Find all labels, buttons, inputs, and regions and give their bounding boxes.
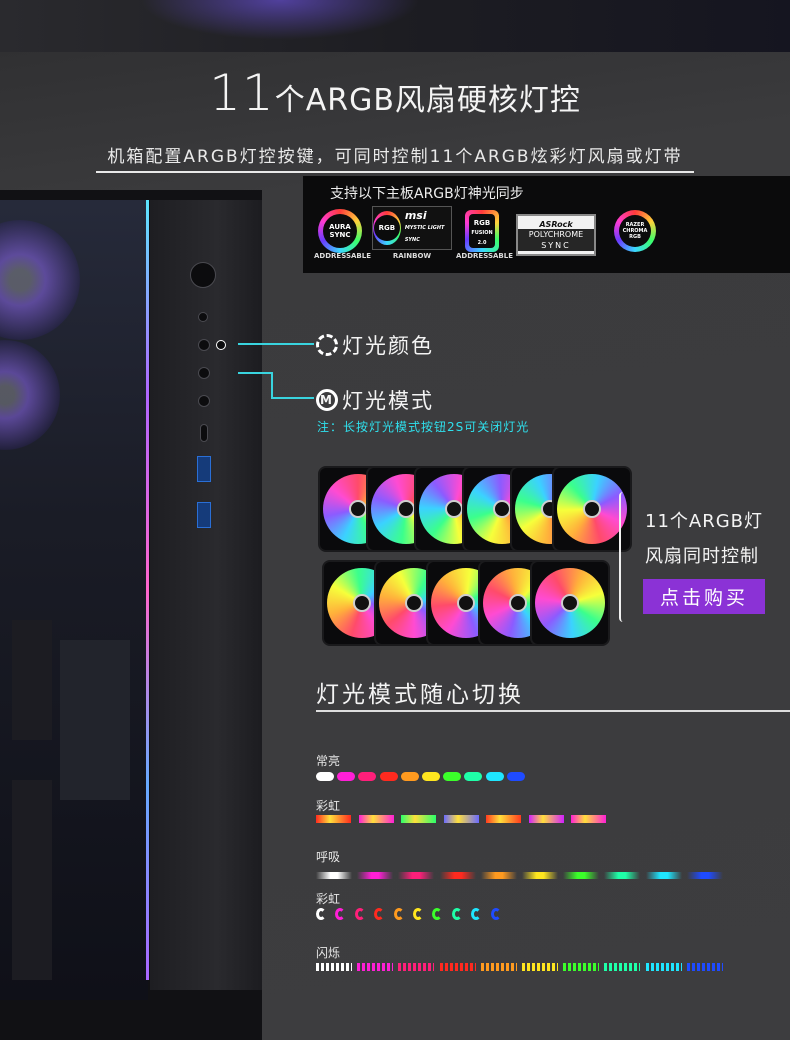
mode-swatch (464, 772, 483, 781)
mode-swatch (400, 772, 419, 781)
mode-swatch (571, 815, 606, 823)
usb-c-port (200, 424, 208, 442)
gigabyte-rgb-fusion-logo: RGB FUSION 2.0 (462, 206, 502, 256)
usb-port-2 (197, 502, 211, 528)
mode-swatch (486, 815, 521, 823)
mode-swatch (422, 772, 440, 781)
mode-swatch (563, 872, 600, 879)
mode-swatch (316, 872, 352, 879)
power-button (190, 262, 216, 288)
light-mode-label: M 灯光模式 (316, 385, 434, 415)
case-rgb-strip (146, 200, 149, 980)
mode-swatch (401, 815, 436, 823)
mode-swatch (443, 815, 479, 823)
mode-swatch (522, 963, 558, 971)
mode-swatch (316, 963, 352, 971)
mode-swatch (439, 872, 476, 879)
mode-swatch (480, 872, 517, 879)
color-callout-line (238, 343, 314, 345)
case-glass-panel (0, 200, 148, 1000)
color-dot-icon (216, 340, 226, 350)
razer-chroma-logo: RAZER CHROMA RGB (614, 206, 656, 256)
mode-label: 彩虹 (316, 799, 341, 813)
mode-swatch (522, 872, 558, 879)
fan-image (530, 560, 610, 646)
mode-swatch (604, 963, 641, 971)
mode-swatch (316, 772, 334, 781)
mobo-sync-title: 支持以下主板ARGB灯神光同步 (330, 186, 524, 202)
mode-swatch (439, 963, 476, 971)
mode-swatch (398, 872, 435, 879)
mode-swatch (316, 815, 351, 823)
mode-swatch (358, 815, 394, 823)
mode-swatch (528, 815, 564, 823)
page-subtitle: 机箱配置ARGB灯控按键，可同时控制11个ARGB炫彩灯风扇或灯带 (107, 147, 683, 167)
light-color-label: 灯光颜色 (316, 330, 434, 360)
mode-swatch (645, 963, 682, 971)
mode-swatch (357, 963, 394, 971)
mode-swatch (485, 772, 504, 781)
fan-label-line2: 风扇同时控制 (645, 546, 759, 567)
mode-swatch (506, 772, 525, 781)
mode-callout-line-b (271, 372, 273, 399)
mode-swatch (443, 772, 462, 781)
modes-section-title: 灯光模式随心切换 (316, 682, 524, 708)
mode-callout-line-c (271, 397, 314, 399)
mode-swatch (354, 908, 365, 920)
mode-m-icon: M (316, 389, 338, 411)
light-mode-text: 灯光模式 (342, 389, 434, 413)
mode-swatch (490, 908, 501, 920)
subtitle-underline (96, 171, 694, 173)
mode-swatch (358, 772, 377, 781)
top-fan-glow (140, 0, 420, 40)
light-color-text: 灯光颜色 (342, 334, 434, 358)
mode-swatch (686, 872, 723, 879)
buy-now-button[interactable]: 点击购买 (643, 579, 765, 614)
msi-mystic-light-logo: RGB msi MYSTIC LIGHT SYNC (372, 206, 452, 250)
title-number: 11 (209, 64, 275, 122)
mode-swatch (398, 963, 435, 971)
light-off-note: 注：长按灯光模式按钮2S可关闭灯光 (317, 420, 530, 434)
mode-swatch (337, 772, 356, 781)
asrock-polychrome-logo: ASRock POLYCHROME SYNC (516, 214, 596, 256)
mode-swatch (480, 963, 517, 971)
audio-jack (198, 395, 210, 407)
mode-swatch (686, 963, 723, 971)
mode-swatch (413, 908, 423, 920)
color-ring-icon (316, 334, 338, 356)
mode-swatch (393, 908, 404, 920)
badge-caption-asus: ADDRESSABLE (314, 252, 371, 260)
mode-swatch (316, 908, 326, 920)
mode-swatch (645, 872, 682, 879)
mode-label: 彩虹 (316, 892, 341, 906)
asus-aura-sync-logo: AURA SYNC (318, 206, 362, 256)
light-mode-button (198, 367, 210, 379)
mode-label: 呼吸 (316, 850, 341, 864)
fan-label-line1: 11个ARGB灯 (645, 511, 764, 532)
mode-swatch (604, 872, 641, 879)
title-text: 个ARGB风扇硬核灯控 (274, 83, 581, 118)
mode-label: 常亮 (316, 754, 341, 768)
usb-port-1 (197, 456, 211, 482)
modes-title-underline (316, 710, 790, 712)
mode-swatch (563, 963, 600, 971)
light-color-button (198, 339, 210, 351)
mode-callout-line-a (238, 372, 272, 374)
mode-label: 闪烁 (316, 946, 341, 960)
mode-swatch (357, 872, 394, 879)
io-led (198, 312, 208, 322)
page-title: 11个ARGB风扇硬核灯控 (0, 64, 790, 122)
mode-swatch (379, 772, 398, 781)
badge-caption-msi: RAINBOW (392, 252, 432, 260)
brace-divider (619, 492, 635, 622)
mode-swatch (451, 908, 462, 920)
badge-caption-gigabyte: ADDRESSABLE (456, 252, 513, 260)
